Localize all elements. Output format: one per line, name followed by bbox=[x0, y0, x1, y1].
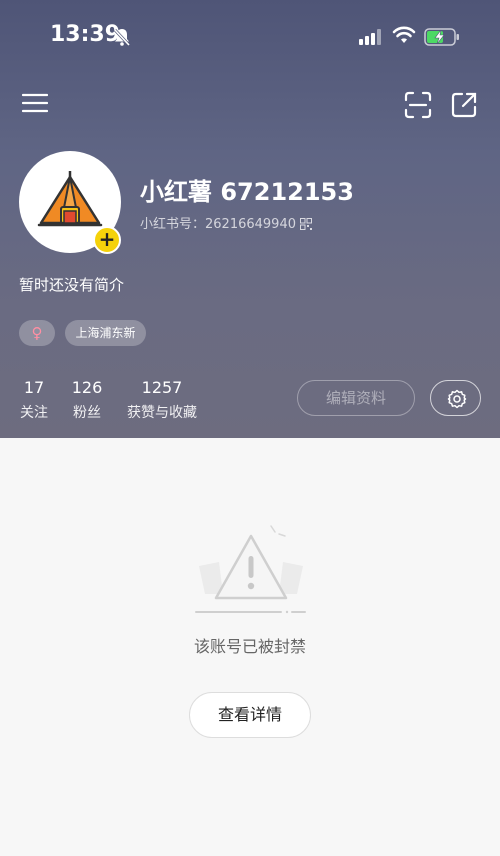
profile-nickname: 小红薯 67212153 bbox=[140, 178, 354, 206]
wifi-icon bbox=[392, 26, 416, 50]
view-details-button[interactable]: 查看详情 bbox=[189, 692, 311, 738]
stat-fans-label: 粉丝 bbox=[73, 405, 101, 421]
share-icon[interactable] bbox=[450, 91, 478, 123]
profile-header: 13:39 + 小红薯 67212153 小红书号：26216649940 暂时… bbox=[0, 0, 500, 438]
tent-icon bbox=[37, 171, 103, 227]
main-content: 该账号已被封禁 查看详情 bbox=[0, 438, 500, 856]
menu-icon[interactable] bbox=[21, 92, 49, 118]
bell-muted-icon bbox=[112, 27, 132, 51]
location-tag: 上海浦东新 bbox=[65, 320, 146, 346]
stat-following[interactable]: 17 关注 bbox=[19, 378, 49, 422]
gender-tag: ♀ bbox=[19, 320, 55, 346]
signal-icon bbox=[358, 28, 384, 50]
status-bar: 13:39 bbox=[0, 0, 500, 74]
qr-code-icon[interactable] bbox=[300, 215, 312, 234]
stat-likes-count: 1257 bbox=[141, 378, 183, 397]
profile-bio: 暂时还没有简介 bbox=[19, 276, 125, 294]
battery-charging-icon bbox=[424, 27, 460, 51]
warning-icon bbox=[193, 522, 309, 622]
edit-profile-button[interactable]: 编辑资料 bbox=[297, 380, 415, 416]
avatar-add-button[interactable]: + bbox=[93, 226, 121, 254]
stat-fans[interactable]: 126 粉丝 bbox=[70, 378, 104, 422]
stat-following-count: 17 bbox=[23, 378, 45, 397]
red-id: 小红书号：26216649940 bbox=[140, 217, 296, 232]
scan-icon[interactable] bbox=[404, 91, 432, 123]
stat-likes[interactable]: 1257 获赞与收藏 bbox=[124, 378, 200, 422]
stat-fans-count: 126 bbox=[71, 378, 103, 397]
stat-following-label: 关注 bbox=[20, 405, 48, 421]
gear-icon bbox=[447, 389, 467, 409]
stat-likes-label: 获赞与收藏 bbox=[127, 405, 197, 421]
banned-notice: 该账号已被封禁 bbox=[193, 637, 306, 656]
settings-button[interactable] bbox=[430, 380, 481, 416]
status-time: 13:39 bbox=[50, 22, 121, 47]
